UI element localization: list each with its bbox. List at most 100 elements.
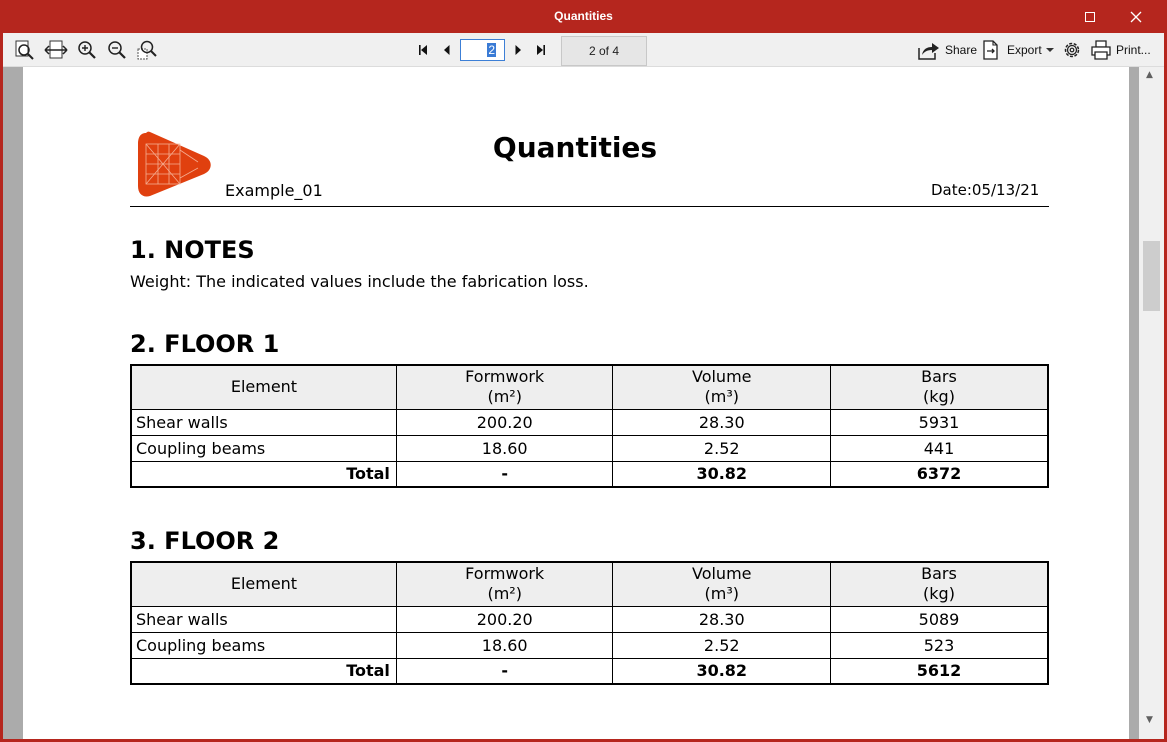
- column-name: Element: [230, 377, 298, 397]
- share-icon: [918, 43, 939, 60]
- viewer-toolbar: 2 2 of 4 Share Export Print...: [3, 33, 1164, 67]
- document-page: Quantities Example_01 Date:05/13/21 1. N…: [23, 67, 1129, 739]
- bars-total-cell: 6372: [830, 460, 1049, 488]
- next-page-icon: [515, 45, 521, 55]
- maximize-button[interactable]: [1067, 0, 1113, 33]
- column-header-formwork: Formwork (m²): [395, 364, 614, 410]
- page-count-display: 2 of 4: [561, 36, 647, 66]
- volume-cell: 28.30: [612, 408, 831, 436]
- table-total-row: Total - 30.82 6372: [130, 460, 1049, 488]
- column-name: Formwork: [465, 564, 545, 584]
- fit-width-button[interactable]: [44, 39, 68, 61]
- last-page-button[interactable]: [533, 41, 549, 59]
- close-icon: [1130, 11, 1142, 22]
- column-unit: (kg): [923, 387, 955, 407]
- first-page-button[interactable]: [415, 41, 431, 59]
- table-row: Coupling beams 18.60 2.52 523: [130, 631, 1049, 659]
- share-label: Share: [945, 43, 978, 57]
- page-number-value: 2: [487, 43, 496, 57]
- formwork-cell: 200.20: [395, 408, 614, 436]
- column-name: Bars: [921, 367, 957, 387]
- table-row: Coupling beams 18.60 2.52 441: [130, 434, 1049, 462]
- first-page-icon: [419, 45, 427, 55]
- last-page-icon: [537, 45, 545, 55]
- chevron-down-icon: [1045, 48, 1054, 52]
- date-value: 05/13/21: [971, 181, 1040, 199]
- column-header-bars: Bars (kg): [830, 561, 1049, 607]
- bars-cell: 523: [830, 631, 1049, 659]
- scrollbar-thumb[interactable]: [1143, 241, 1160, 311]
- prev-page-icon: [444, 45, 450, 55]
- date-label: Date:: [931, 181, 972, 199]
- zoom-in-icon: [78, 41, 96, 59]
- scroll-down-arrow-icon[interactable]: ▼: [1146, 715, 1153, 725]
- export-icon: [983, 40, 998, 60]
- element-cell: Coupling beams: [130, 434, 397, 462]
- element-cell: Shear walls: [130, 408, 397, 436]
- zoom-in-button[interactable]: [75, 39, 99, 61]
- zoom-out-icon: [108, 41, 126, 59]
- formwork-total-cell: -: [395, 657, 614, 685]
- volume-cell: 2.52: [612, 434, 831, 462]
- column-header-element: Element: [130, 364, 397, 410]
- close-button[interactable]: [1113, 0, 1159, 33]
- fit-width-icon: [44, 40, 68, 59]
- table-row: Shear walls 200.20 28.30 5931: [130, 408, 1049, 436]
- bars-cell: 5089: [830, 605, 1049, 633]
- company-logo: [138, 131, 211, 197]
- zoom-window-button[interactable]: [135, 39, 159, 61]
- formwork-total-cell: -: [395, 460, 614, 488]
- volume-cell: 28.30: [612, 605, 831, 633]
- column-header-volume: Volume (m³): [612, 561, 831, 607]
- column-header-formwork: Formwork (m²): [395, 561, 614, 607]
- table-header-row: Element Formwork (m²) Volume (m³) Bars (kg): [130, 561, 1049, 607]
- share-button[interactable]: Share: [917, 39, 977, 61]
- previous-page-button[interactable]: [439, 41, 455, 59]
- zoom-page-button[interactable]: [13, 39, 37, 61]
- export-button[interactable]: Export: [981, 39, 1059, 61]
- volume-total-cell: 30.82: [612, 657, 831, 685]
- table-row: Shear walls 200.20 28.30 5089: [130, 605, 1049, 633]
- column-unit: (m³): [704, 387, 739, 407]
- bars-cell: 441: [830, 434, 1049, 462]
- formwork-cell: 18.60: [395, 434, 614, 462]
- page-number-input[interactable]: 2: [460, 39, 505, 61]
- printer-icon: [1091, 40, 1111, 60]
- title-bar: Quantities: [0, 0, 1167, 33]
- column-name: Volume: [691, 564, 752, 584]
- formwork-cell: 18.60: [395, 631, 614, 659]
- element-cell: Shear walls: [130, 605, 397, 633]
- export-label: Export: [1007, 43, 1042, 57]
- settings-gear-icon: [1064, 42, 1080, 58]
- section-heading-notes: 1. NOTES: [130, 236, 255, 264]
- document-viewport[interactable]: Quantities Example_01 Date:05/13/21 1. N…: [3, 67, 1164, 739]
- vertical-scrollbar[interactable]: ▲ ▼: [1139, 67, 1164, 739]
- total-label-cell: Total: [130, 657, 397, 685]
- next-page-button[interactable]: [510, 41, 526, 59]
- bars-cell: 5931: [830, 408, 1049, 436]
- settings-button[interactable]: [1060, 39, 1084, 61]
- volume-total-cell: 30.82: [612, 460, 831, 488]
- column-unit: (m²): [487, 387, 522, 407]
- column-unit: (m³): [704, 584, 739, 604]
- window-title: Quantities: [554, 9, 613, 23]
- column-name: Formwork: [465, 367, 545, 387]
- project-name: Example_01: [225, 181, 323, 200]
- scroll-up-arrow-icon[interactable]: ▲: [1146, 70, 1153, 80]
- section-heading-floor-2: 3. FLOOR 2: [130, 527, 280, 555]
- app-window: Quantities 2 2 of 4 Share Export Print..…: [0, 0, 1167, 742]
- element-cell: Coupling beams: [130, 631, 397, 659]
- header-divider: [130, 206, 1049, 207]
- table-total-row: Total - 30.82 5612: [130, 657, 1049, 685]
- floor-1-quantities-table: Element Formwork (m²) Volume (m³) Bars (kg)…: [130, 364, 1049, 488]
- column-header-element: Element: [130, 561, 397, 607]
- column-header-volume: Volume (m³): [612, 364, 831, 410]
- bars-total-cell: 5612: [830, 657, 1049, 685]
- column-name: Bars: [921, 564, 957, 584]
- column-name: Volume: [691, 367, 752, 387]
- section-heading-floor-1: 2. FLOOR 1: [130, 330, 280, 358]
- print-button[interactable]: Print...: [1090, 39, 1151, 61]
- notes-text: Weight: The indicated values include the…: [130, 272, 589, 291]
- zoom-out-button[interactable]: [105, 39, 129, 61]
- total-label-cell: Total: [130, 460, 397, 488]
